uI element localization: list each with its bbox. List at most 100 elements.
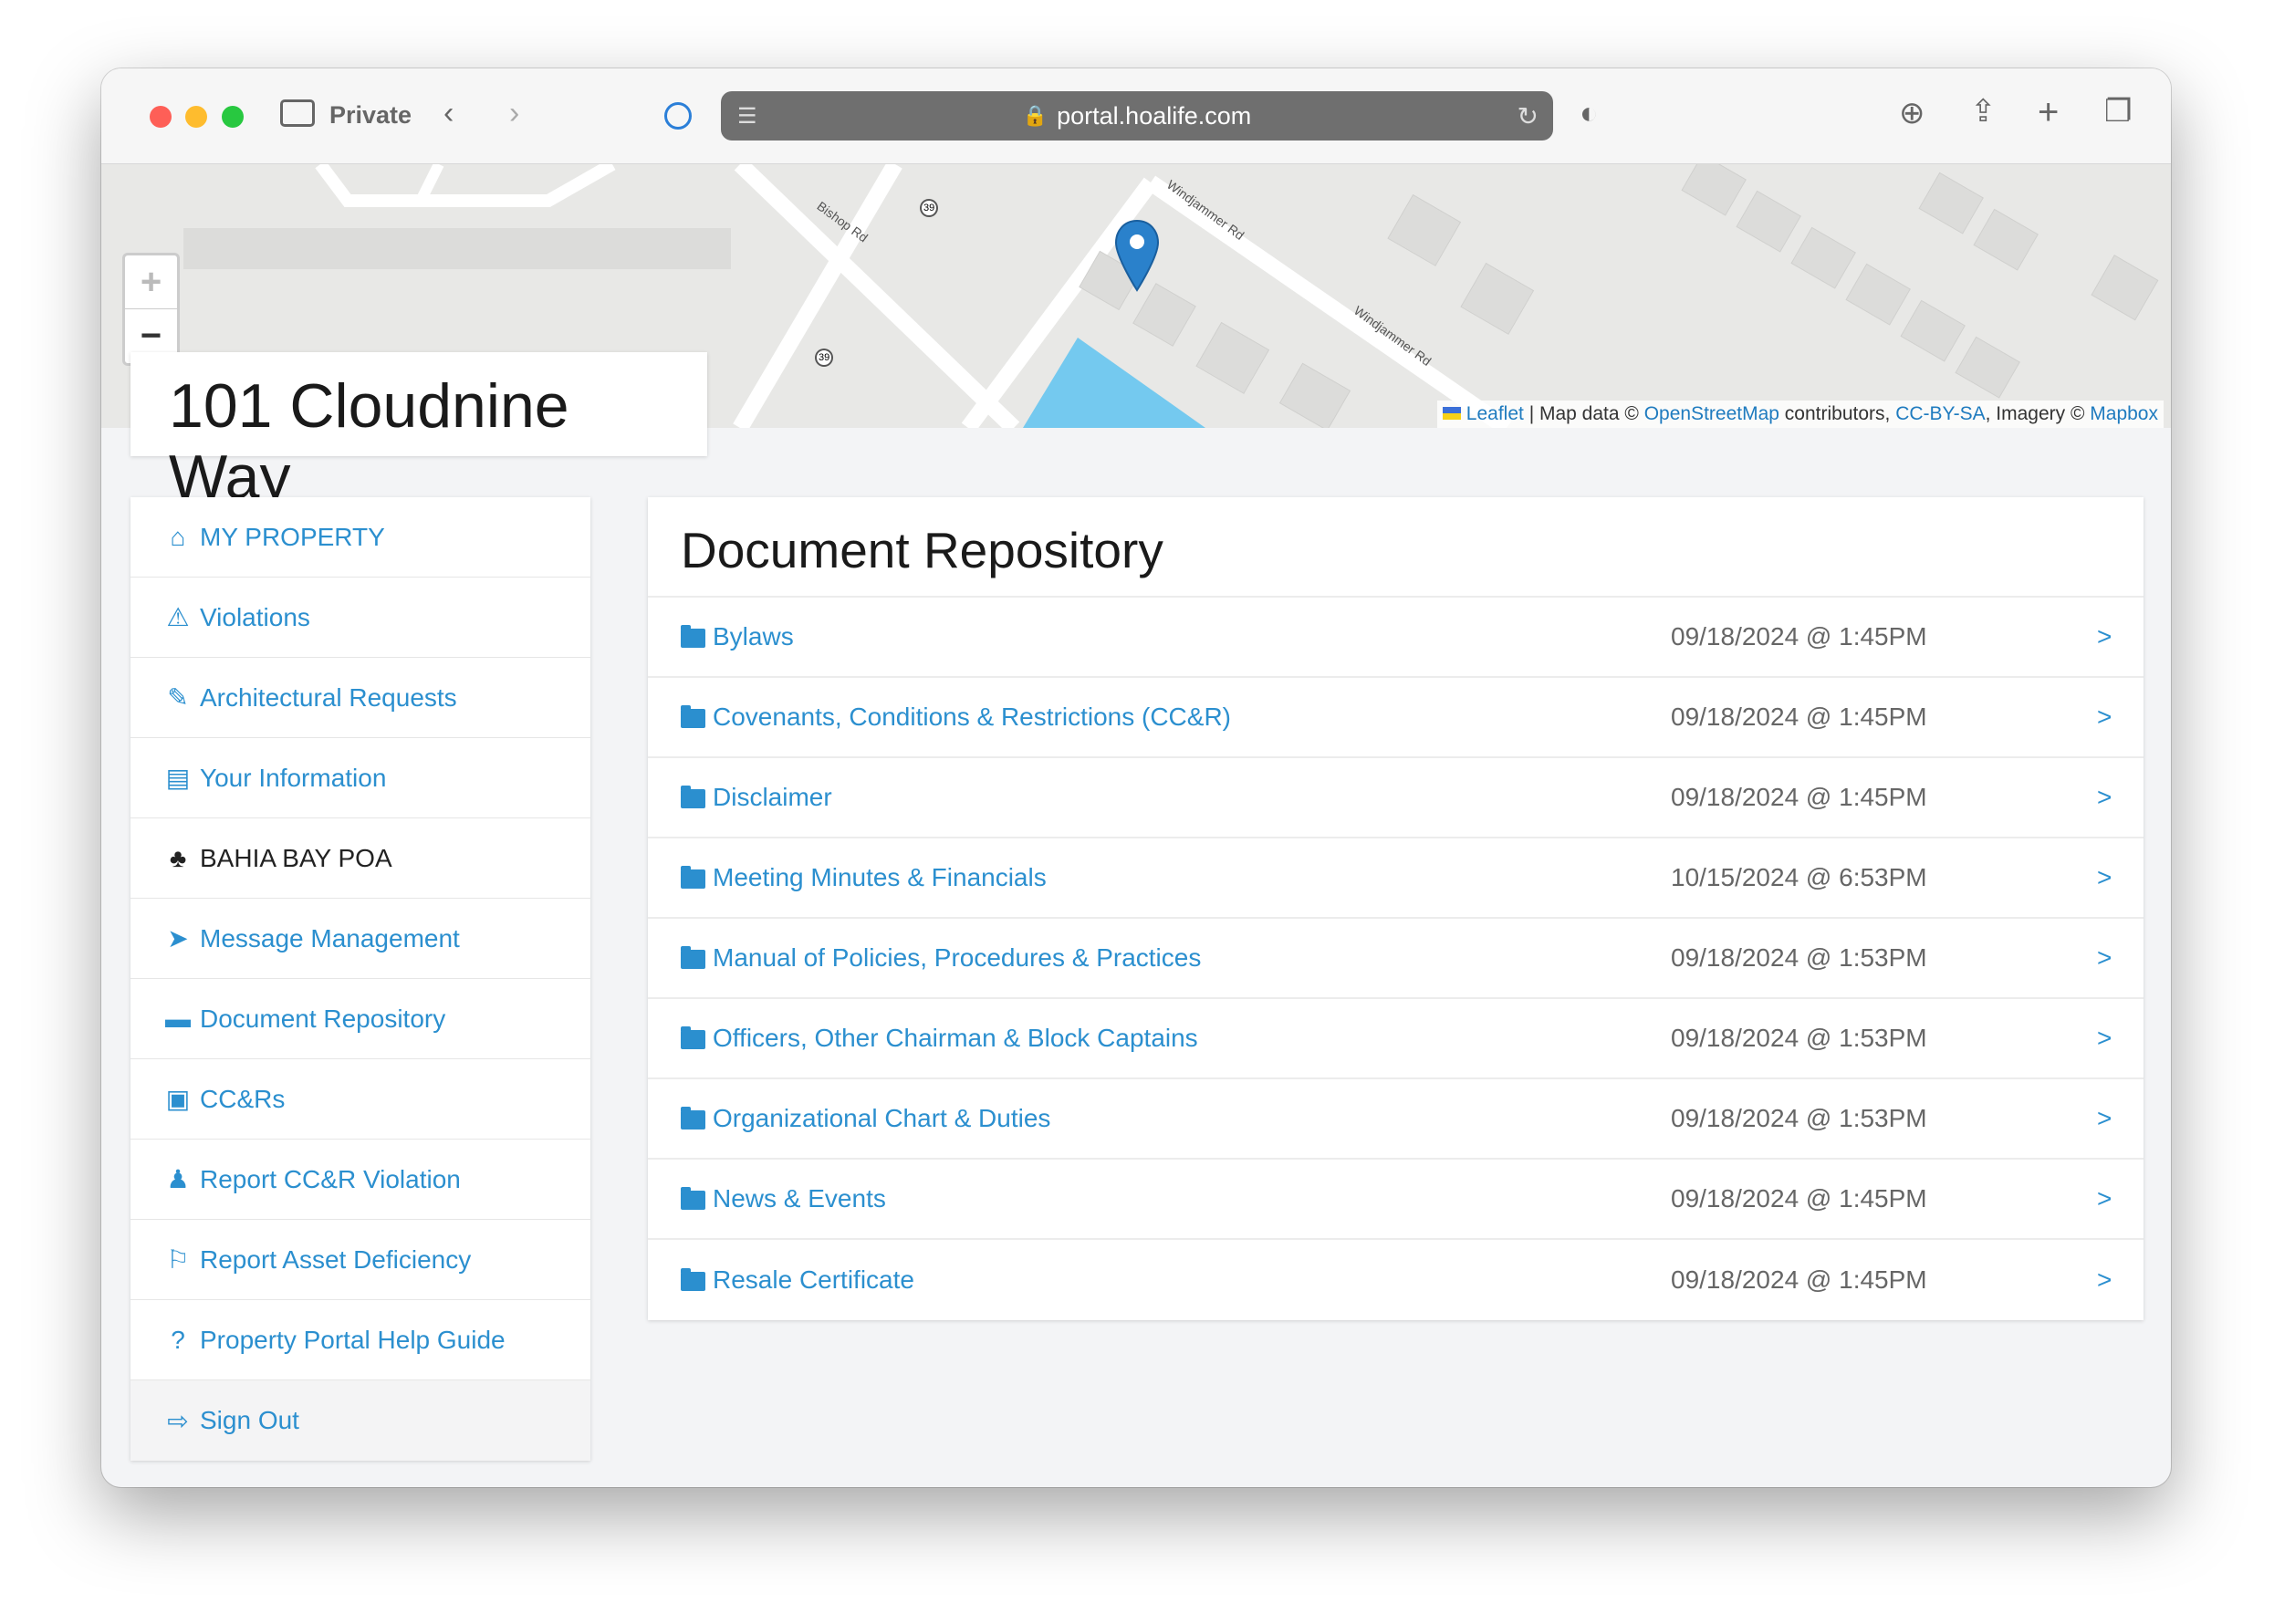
sidebar-item-label: CC&Rs: [200, 1084, 286, 1113]
folder-date: 09/18/2024 @ 1:45PM: [1671, 1265, 1927, 1294]
folder-icon: [681, 945, 705, 969]
sidebar-toggle-icon[interactable]: [280, 99, 315, 127]
document-folder-row[interactable]: News & Events 09/18/2024 @ 1:45PM >: [648, 1160, 2144, 1240]
sidebar-item-document-repository[interactable]: ▬ Document Repository: [130, 979, 590, 1059]
maximize-window-button[interactable]: [222, 106, 244, 128]
map-attribution: Leaflet | Map data © OpenStreetMap contr…: [1436, 401, 2164, 428]
sidebar-nav: ⌂ MY PROPERTY ⚠ Violations ✎ Architectural Re…: [130, 497, 590, 1461]
browser-toolbar: Private ‹ › ☰ 🔒 portal.hoalife.com ↻ ◐ ⊕…: [101, 68, 2171, 164]
sidebar-item-label: Your Information: [200, 763, 387, 792]
sidebar-item-label: MY PROPERTY: [200, 522, 385, 551]
reader-icon[interactable]: ☰: [737, 103, 757, 130]
folder-link[interactable]: News & Events: [681, 1184, 886, 1213]
leaflet-link[interactable]: Leaflet: [1466, 403, 1524, 424]
folder-link[interactable]: Covenants, Conditions & Restrictions (CC…: [681, 703, 1231, 732]
folder-date: 09/18/2024 @ 1:53PM: [1671, 943, 1927, 972]
back-icon[interactable]: ‹: [443, 98, 454, 129]
browser-window: Private ‹ › ☰ 🔒 portal.hoalife.com ↻ ◐ ⊕…: [101, 68, 2171, 1487]
sidebar-item-sign-out[interactable]: ⇨ Sign Out: [130, 1380, 590, 1461]
sidebar-item-property-portal-help-guide[interactable]: ? Property Portal Help Guide: [130, 1300, 590, 1380]
license-link[interactable]: CC-BY-SA: [1895, 403, 1985, 424]
chevron-right-icon[interactable]: >: [2097, 783, 2112, 812]
folder-date: 09/18/2024 @ 1:53PM: [1671, 1104, 1927, 1132]
chevron-right-icon[interactable]: >: [2097, 863, 2112, 892]
sitemap-icon: ♣: [169, 843, 187, 872]
paper-plane-icon: ➤: [167, 924, 189, 953]
sidebar-item-report-cc-r-violation[interactable]: ♟ Report CC&R Violation: [130, 1140, 590, 1220]
share-icon[interactable]: ⇪: [1970, 96, 1997, 127]
close-window-button[interactable]: [150, 106, 172, 128]
document-folder-row[interactable]: Manual of Policies, Procedures & Practic…: [648, 919, 2144, 999]
sidebar-item-label: Report CC&R Violation: [200, 1164, 461, 1193]
document-folder-row[interactable]: Covenants, Conditions & Restrictions (CC…: [648, 678, 2144, 758]
folder-link[interactable]: Manual of Policies, Procedures & Practic…: [681, 943, 1201, 973]
folder-link[interactable]: Meeting Minutes & Financials: [681, 863, 1047, 892]
chevron-right-icon[interactable]: >: [2097, 1024, 2112, 1053]
document-folder-row[interactable]: Organizational Chart & Duties 09/18/2024 …: [648, 1079, 2144, 1160]
map-zoom-control: + −: [122, 253, 180, 366]
document-repository-panel: Document Repository Bylaws 09/18/2024 @ 1…: [648, 497, 2144, 1320]
new-tab-icon[interactable]: +: [2038, 94, 2059, 130]
sidebar-item-cc-rs[interactable]: ▣ CC&Rs: [130, 1059, 590, 1140]
mapbox-link[interactable]: Mapbox: [2090, 403, 2158, 424]
sidebar-item-architectural-requests[interactable]: ✎ Architectural Requests: [130, 658, 590, 738]
folder-link[interactable]: Organizational Chart & Duties: [681, 1104, 1050, 1133]
folder-link[interactable]: Officers, Other Chairman & Block Captain…: [681, 1024, 1198, 1053]
id-card-icon: ▤: [165, 764, 191, 792]
folder-name: News & Events: [713, 1184, 886, 1213]
document-folder-row[interactable]: Meeting Minutes & Financials 10/15/2024 @…: [648, 838, 2144, 919]
forward-icon[interactable]: ›: [509, 98, 519, 129]
home-icon: ⌂: [170, 522, 186, 551]
private-label: Private: [329, 101, 412, 129]
document-folder-row[interactable]: Disclaimer 09/18/2024 @ 1:45PM >: [648, 758, 2144, 838]
folder-link[interactable]: Resale Certificate: [681, 1265, 914, 1295]
zoom-in-button[interactable]: +: [125, 255, 177, 309]
reload-icon[interactable]: ↻: [1518, 101, 1539, 131]
sidebar-item-label: Message Management: [200, 923, 460, 953]
password-manager-icon[interactable]: [664, 102, 692, 130]
sidebar-item-violations[interactable]: ⚠ Violations: [130, 578, 590, 658]
sidebar-item-bahia-bay-poa[interactable]: ♣ BAHIA BAY POA: [130, 818, 590, 899]
folder-icon: [681, 1267, 705, 1291]
document-folder-row[interactable]: Resale Certificate 09/18/2024 @ 1:45PM >: [648, 1240, 2144, 1320]
sidebar-item-label: BAHIA BAY POA: [200, 843, 392, 872]
chevron-right-icon[interactable]: >: [2097, 1104, 2112, 1133]
document-folder-row[interactable]: Officers, Other Chairman & Block Captain…: [648, 999, 2144, 1079]
osm-link[interactable]: OpenStreetMap: [1644, 403, 1779, 424]
attribution-text: , Imagery ©: [1985, 403, 2091, 424]
minimize-window-button[interactable]: [185, 106, 207, 128]
folder-date: 10/15/2024 @ 6:53PM: [1671, 863, 1927, 891]
address-bar[interactable]: ☰ 🔒 portal.hoalife.com ↻: [721, 91, 1553, 141]
property-address: 101 Cloudnine Way: [169, 371, 569, 512]
folder-date: 09/18/2024 @ 1:45PM: [1671, 1184, 1927, 1213]
attribution-text: contributors,: [1779, 403, 1896, 424]
chevron-right-icon[interactable]: >: [2097, 1184, 2112, 1213]
sidebar-item-label: Sign Out: [200, 1406, 299, 1434]
folder-name: Manual of Policies, Procedures & Practic…: [713, 943, 1202, 972]
sidebar-item-label: Violations: [200, 602, 310, 631]
sidebar-item-my-property[interactable]: ⌂ MY PROPERTY: [130, 497, 590, 578]
sidebar-item-message-management[interactable]: ➤ Message Management: [130, 899, 590, 979]
lock-icon: 🔒: [1022, 104, 1048, 127]
sidebar-item-label: Architectural Requests: [200, 682, 457, 712]
document-folder-row[interactable]: Bylaws 09/18/2024 @ 1:45PM >: [648, 598, 2144, 678]
book-icon: ▣: [165, 1085, 191, 1113]
chevron-right-icon[interactable]: >: [2097, 943, 2112, 973]
folder-link[interactable]: Bylaws: [681, 622, 794, 651]
tab-overview-icon[interactable]: ❐: [2104, 96, 2132, 127]
sign-out-icon: ⇨: [167, 1406, 189, 1435]
sidebar-item-your-information[interactable]: ▤ Your Information: [130, 738, 590, 818]
sidebar-item-label: Property Portal Help Guide: [200, 1325, 506, 1354]
chevron-right-icon[interactable]: >: [2097, 703, 2112, 732]
map-marker-icon[interactable]: [1114, 219, 1160, 292]
folder-link[interactable]: Disclaimer: [681, 783, 832, 812]
question-icon: ?: [171, 1325, 185, 1354]
chevron-right-icon[interactable]: >: [2097, 622, 2112, 651]
chevron-right-icon[interactable]: >: [2097, 1265, 2112, 1295]
folder-icon: ▬: [165, 1004, 191, 1033]
sidebar-item-report-asset-deficiency[interactable]: ⚐ Report Asset Deficiency: [130, 1220, 590, 1300]
folder-name: Organizational Chart & Duties: [713, 1104, 1051, 1132]
folder-date: 09/18/2024 @ 1:45PM: [1671, 783, 1927, 811]
shield-icon[interactable]: ◐: [1580, 98, 1599, 129]
download-icon[interactable]: ⊕: [1899, 98, 1925, 129]
